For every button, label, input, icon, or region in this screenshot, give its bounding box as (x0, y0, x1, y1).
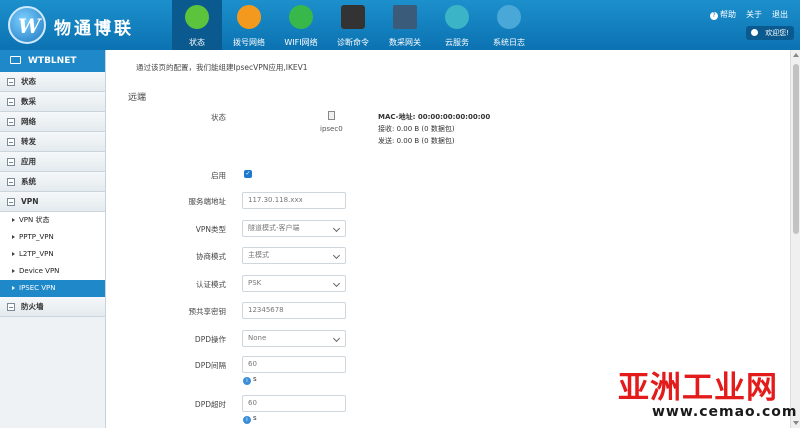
sidebar-item-apps[interactable]: 应用 (0, 152, 105, 172)
enable-checkbox[interactable]: ✓ (244, 170, 252, 178)
top-links: ? 帮助 关于 退出 (710, 9, 788, 20)
logo: W (8, 6, 46, 44)
scroll-thumb[interactable] (793, 64, 799, 234)
vpn-type-select[interactable]: 隧道模式-客户端 (242, 220, 346, 237)
dpd-timeout-input[interactable]: 60 (242, 395, 346, 412)
scroll-up-icon[interactable] (793, 53, 799, 57)
nav-status[interactable]: 状态 (172, 0, 222, 50)
antenna-icon (237, 5, 261, 29)
server-icon (393, 5, 417, 29)
sidebar-item-acquisition[interactable]: 数采 (0, 92, 105, 112)
nav-diagnostics[interactable]: 诊断命令 (328, 0, 378, 50)
dpd-action-select[interactable]: None (242, 330, 346, 347)
page-intro: 通过该页的配置，我们能组建IpsecVPN应用,IKEV1 (136, 63, 308, 72)
wifi-icon (289, 5, 313, 29)
dpd-interval-input[interactable]: 60 (242, 356, 346, 373)
sidebar-item-vpn[interactable]: VPN (0, 192, 105, 212)
psk-input[interactable]: 12345678 (242, 302, 346, 319)
sidebar-item-firewall[interactable]: 防火墙 (0, 297, 105, 317)
collapse-icon (7, 78, 15, 86)
about-link[interactable]: 关于 (746, 9, 762, 20)
sidebar-item-system[interactable]: 系统 (0, 172, 105, 192)
brand-name: 物通博联 (54, 19, 134, 39)
sidebar: WTBLNET 状态 数采 网络 转发 应用 系统 VPN VPN 状态 PPT… (0, 50, 106, 428)
nav-dialup[interactable]: 拨号网络 (224, 0, 274, 50)
monitor-icon (10, 56, 21, 64)
sidebar-item-status[interactable]: 状态 (0, 72, 105, 92)
help-icon: ? (710, 12, 718, 20)
sidebar-item-network[interactable]: 网络 (0, 112, 105, 132)
cloud-icon (445, 5, 469, 29)
collapse-icon (7, 98, 15, 106)
user-icon (751, 29, 758, 36)
sidebar-item-l2tp[interactable]: L2TP_VPN (0, 246, 105, 263)
sidebar-item-device-vpn[interactable]: Device VPN (0, 263, 105, 280)
dpd-interval-hint: is (243, 375, 257, 385)
info-icon: i (243, 377, 251, 385)
collapse-icon (7, 138, 15, 146)
server-address-input[interactable]: 117.30.118.xxx (242, 192, 346, 209)
vpn-type-label: VPN类型 (195, 225, 226, 234)
logout-link[interactable]: 退出 (772, 9, 788, 20)
collapse-icon (7, 198, 15, 206)
sidebar-item-forward[interactable]: 转发 (0, 132, 105, 152)
collapse-icon (7, 303, 15, 311)
stethoscope-icon (497, 5, 521, 29)
section-title: 远端 (128, 93, 147, 103)
negotiate-mode-select[interactable]: 主模式 (242, 247, 346, 264)
interface-icon (328, 111, 335, 120)
dpd-timeout-hint: is (243, 414, 257, 424)
nav-cloud[interactable]: 云服务 (432, 0, 482, 50)
auth-label: 认证模式 (196, 280, 226, 289)
interface-name: ipsec0 (320, 125, 343, 133)
home-icon (185, 5, 209, 29)
top-header: W 物通博联 状态 拨号网络 WIFI网络 诊断命令 数采网关 云服务 系统日志… (0, 0, 800, 50)
status-label: 状态 (211, 113, 226, 122)
enable-label: 启用 (211, 171, 226, 180)
sidebar-item-vpn-status[interactable]: VPN 状态 (0, 212, 105, 229)
sidebar-item-ipsec[interactable]: IPSEC VPN (0, 280, 105, 297)
info-icon: i (243, 416, 251, 424)
collapse-icon (7, 118, 15, 126)
help-link[interactable]: ? 帮助 (710, 9, 736, 20)
terminal-icon (341, 5, 365, 29)
negotiate-label: 协商模式 (196, 252, 226, 261)
auth-mode-select[interactable]: PSK (242, 275, 346, 292)
user-button[interactable]: 欢迎您! (746, 26, 794, 40)
psk-label: 预共享密钥 (188, 307, 227, 316)
dpd-interval-label: DPD间隔 (194, 361, 226, 370)
collapse-icon (7, 178, 15, 186)
nav-wifi[interactable]: WIFI网络 (276, 0, 326, 50)
nav-syslog[interactable]: 系统日志 (484, 0, 534, 50)
server-label: 服务端地址 (188, 197, 227, 206)
top-nav: 状态 拨号网络 WIFI网络 诊断命令 数采网关 云服务 系统日志 (172, 0, 536, 50)
sidebar-title: WTBLNET (0, 50, 105, 72)
watermark: 亚洲工业网 www.cemao.com (618, 370, 798, 420)
interface-stats: MAC-地址: 00:00:00:00:00:00 接收: 0.00 B (0 … (378, 113, 491, 145)
dpd-timeout-label: DPD超时 (194, 400, 226, 409)
nav-gateway[interactable]: 数采网关 (380, 0, 430, 50)
collapse-icon (7, 158, 15, 166)
dpd-action-label: DPD操作 (194, 335, 226, 344)
sidebar-item-pptp[interactable]: PPTP_VPN (0, 229, 105, 246)
